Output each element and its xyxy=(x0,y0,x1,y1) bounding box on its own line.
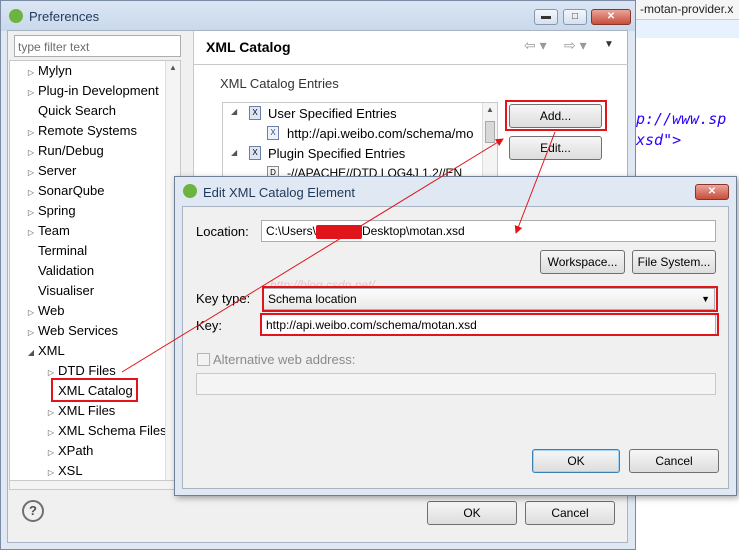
arrow-catalog-to-add xyxy=(121,138,504,373)
arrow-add-to-location xyxy=(514,131,556,234)
annotation-arrows xyxy=(121,131,556,373)
